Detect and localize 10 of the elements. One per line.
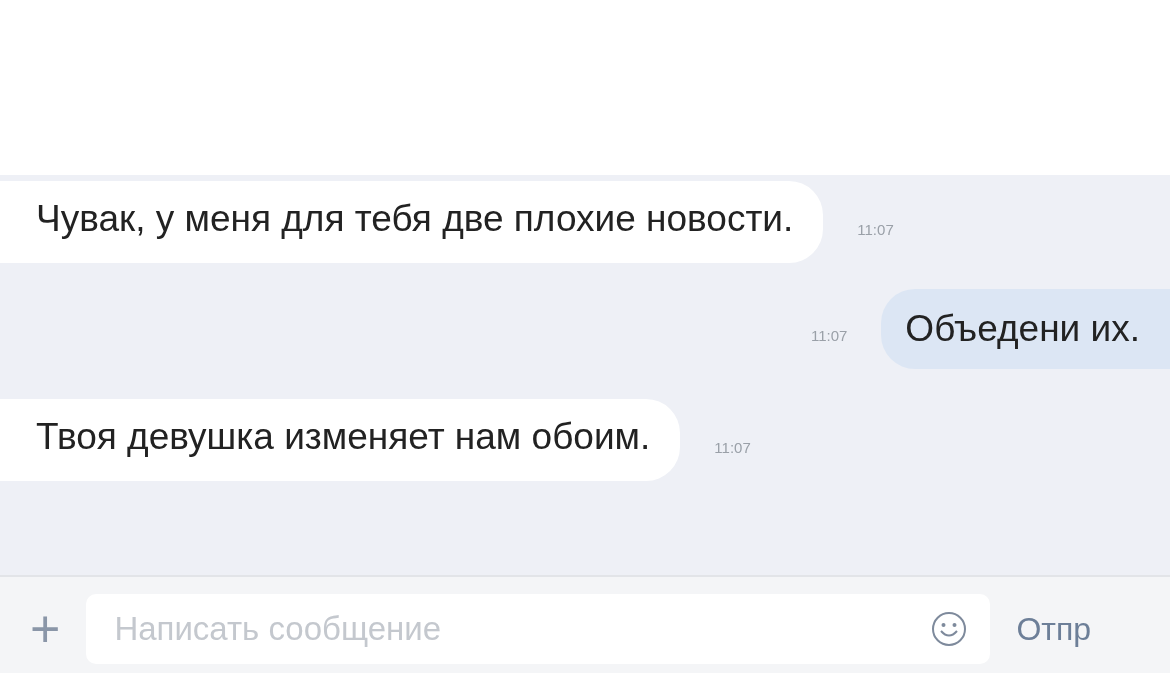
message-time: 11:07 [810,325,848,346]
message-bubble: Чувак, у меня для тебя две плохие новости. [0,181,824,264]
message-time: 11:07 [714,437,751,458]
send-button[interactable]: Отпр [1016,605,1092,653]
add-button[interactable]: + [30,603,61,655]
message-time: 11:07 [857,219,894,240]
message-input[interactable]: Написать сообщение [86,594,991,664]
message-bubble: Твоя девушка изменяет нам обоим. [0,399,681,482]
message-bubble: Объедени их. [881,289,1170,370]
emoji-icon[interactable] [930,610,969,648]
